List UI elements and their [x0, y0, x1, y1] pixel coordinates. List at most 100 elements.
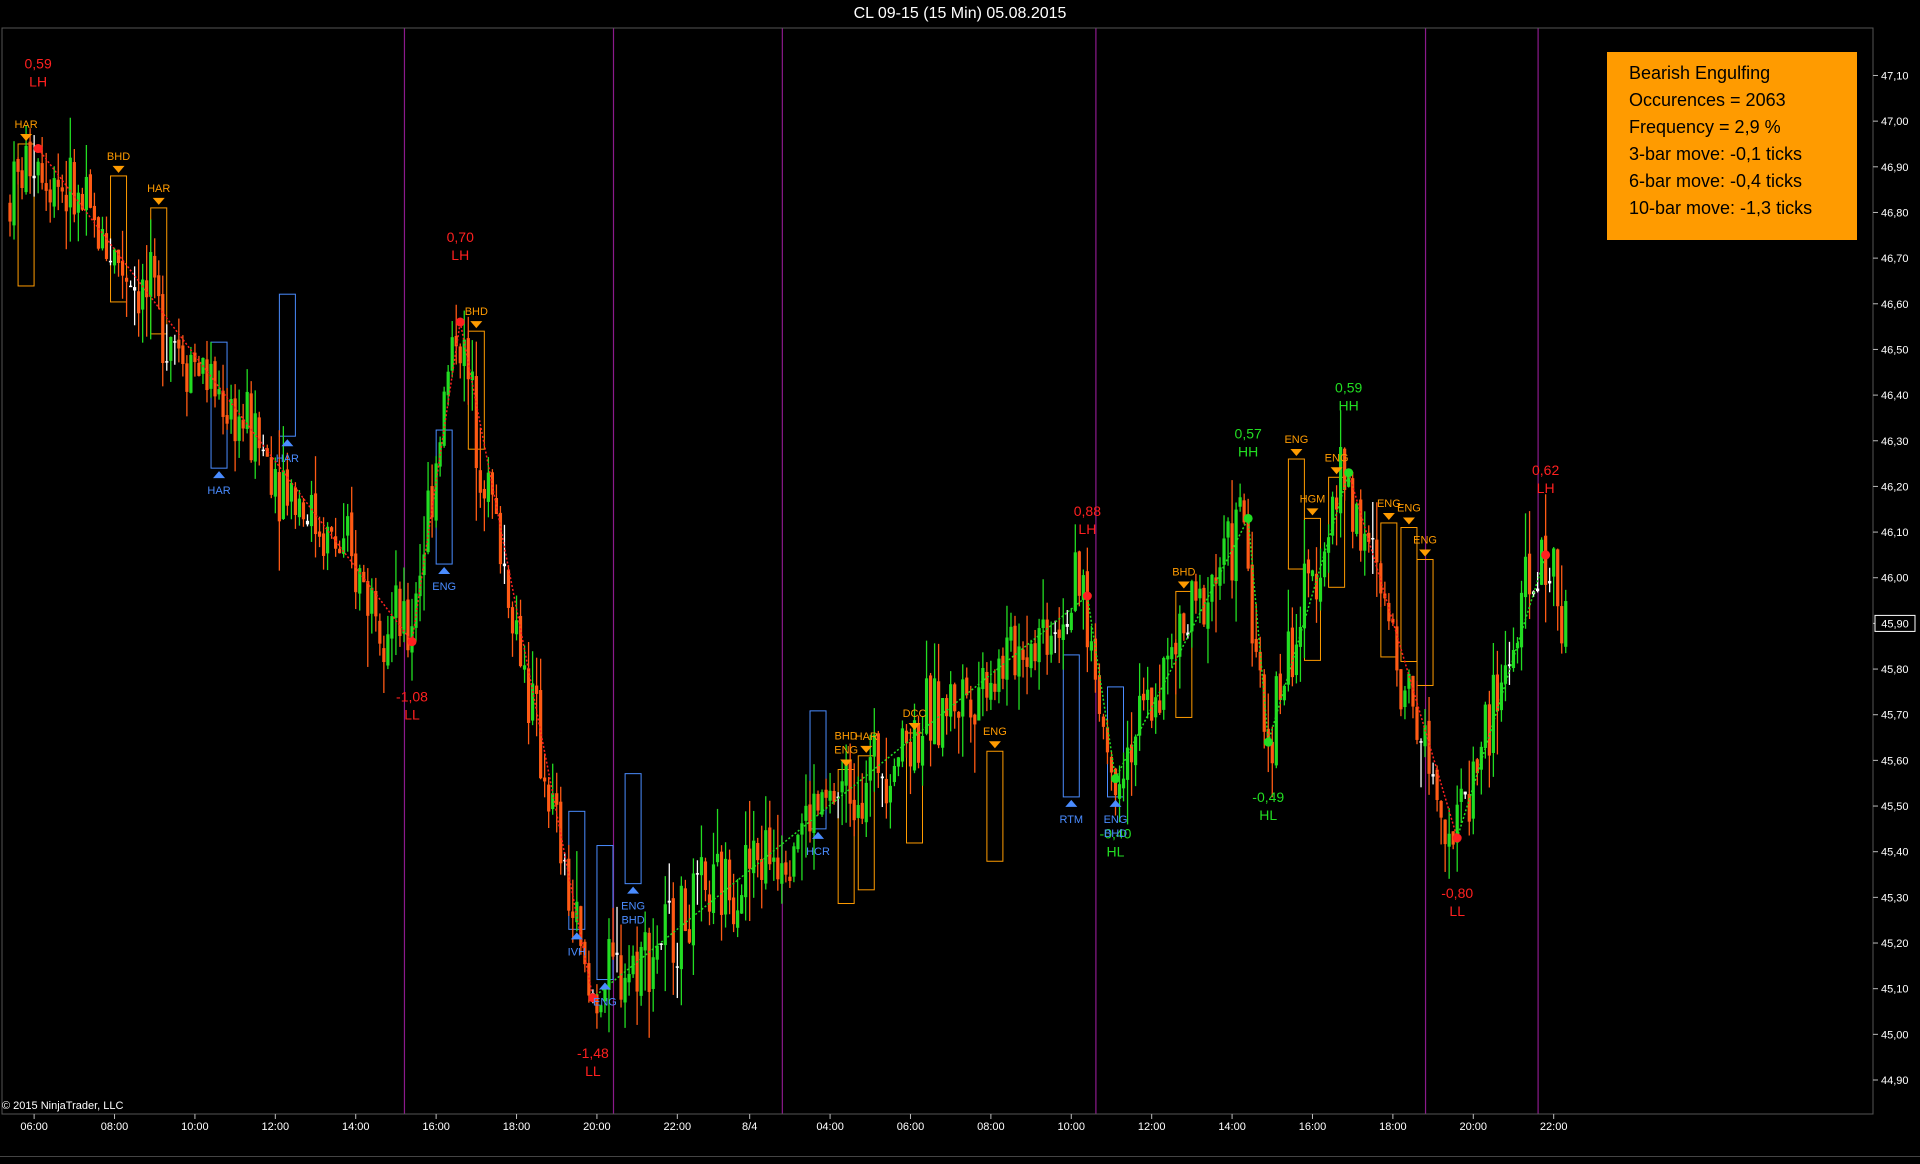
- candle-body: [957, 711, 961, 718]
- pattern-label: ENG: [834, 745, 858, 757]
- candle-body: [687, 929, 691, 943]
- candle-body: [953, 684, 957, 712]
- candle-body: [1101, 716, 1106, 727]
- y-tick-label: 46,20: [1881, 481, 1909, 493]
- candle-body: [1355, 503, 1359, 534]
- candle-body: [1427, 720, 1431, 774]
- x-tick-label: 08:00: [977, 1121, 1005, 1133]
- candle-body: [346, 516, 350, 536]
- candle-body: [1415, 706, 1419, 740]
- candle-body: [800, 823, 804, 835]
- candle-body: [48, 189, 52, 203]
- candle-body: [788, 876, 792, 881]
- candle-body: [96, 217, 101, 249]
- candle-body: [627, 974, 631, 983]
- candle-body: [928, 675, 933, 741]
- y-tick-label: 45,40: [1881, 847, 1909, 859]
- candle-body: [301, 502, 306, 520]
- candle-body: [64, 194, 68, 212]
- candle-body: [1021, 649, 1025, 660]
- swing-type-label: LL: [404, 707, 420, 723]
- pattern-arrow-up: [627, 886, 640, 894]
- x-tick-label: 10:00: [181, 1121, 209, 1133]
- swing-type-label: HH: [1238, 443, 1258, 459]
- candle-body: [1419, 741, 1423, 743]
- candle-body: [1435, 769, 1439, 800]
- candle-body: [309, 494, 314, 527]
- candle-body: [120, 260, 125, 276]
- candle-body: [615, 952, 619, 955]
- pattern-box: [986, 750, 1004, 862]
- candle-body: [1379, 563, 1383, 594]
- candle-body: [173, 341, 177, 343]
- swing-value-label: 0,59: [1335, 380, 1362, 396]
- candle-body: [1560, 606, 1564, 644]
- candle-body: [281, 470, 285, 520]
- x-tick-label: 16:00: [1299, 1121, 1327, 1133]
- y-tick-label: 46,40: [1881, 390, 1909, 402]
- candle-body: [667, 900, 671, 903]
- y-tick-label: 46,90: [1881, 162, 1909, 174]
- candle-body: [1182, 613, 1186, 634]
- pattern-label: HGM: [1300, 493, 1326, 505]
- candle-body: [1463, 791, 1467, 795]
- candle-body: [1222, 538, 1226, 565]
- candle-body: [289, 482, 293, 502]
- candle-body: [394, 585, 398, 618]
- pattern-label: ENG: [1413, 534, 1437, 546]
- swing-point-dot: [1082, 591, 1092, 601]
- candle-body: [1097, 675, 1102, 714]
- candle-body: [723, 858, 728, 915]
- candle-body: [695, 873, 700, 875]
- pattern-box: [1062, 654, 1080, 798]
- swing-value-label: -0,80: [1441, 885, 1473, 901]
- pattern-label: ENG: [1104, 814, 1128, 826]
- pattern-label: HAR: [14, 119, 37, 131]
- candle-body: [571, 911, 575, 918]
- swing-point-dot: [407, 637, 417, 647]
- candle-body: [740, 895, 744, 914]
- candle-body: [36, 161, 40, 176]
- candle-body: [116, 249, 121, 263]
- candle-body: [639, 946, 643, 996]
- candle-body: [1527, 553, 1532, 595]
- candle-body: [844, 763, 848, 786]
- candle-body: [1475, 759, 1479, 774]
- candle-body: [52, 178, 56, 207]
- candle-body: [402, 601, 406, 634]
- candle-body: [370, 587, 374, 614]
- swing-type-label: LL: [585, 1063, 601, 1079]
- candle-body: [1085, 571, 1089, 648]
- candle-body: [458, 346, 462, 364]
- zigzag-segment: [592, 595, 1088, 999]
- pattern-label: ENG: [983, 726, 1007, 738]
- swing-type-label: LL: [1449, 903, 1465, 919]
- candle-body: [398, 588, 402, 637]
- swing-value-label: 0,88: [1074, 503, 1101, 519]
- x-tick-label: 8/4: [742, 1121, 757, 1133]
- candle-body: [852, 799, 856, 821]
- candle-body: [812, 793, 816, 833]
- x-tick-label: 04:00: [816, 1121, 844, 1133]
- candle-body: [1318, 577, 1323, 602]
- candle-body: [197, 362, 201, 376]
- candle-body: [1005, 637, 1009, 680]
- candle-body: [1009, 626, 1013, 641]
- swing-type-label: HH: [1339, 398, 1359, 414]
- candle-body: [868, 757, 872, 781]
- pattern-label: DCC: [903, 708, 927, 720]
- y-tick-label: 44,90: [1881, 1075, 1909, 1087]
- candle-body: [137, 291, 141, 314]
- y-tick-label: 46,60: [1881, 299, 1909, 311]
- x-tick-label: 22:00: [1540, 1121, 1568, 1133]
- candle-body: [1117, 784, 1122, 799]
- candle-body: [350, 512, 354, 557]
- candle-body: [338, 548, 342, 554]
- candle-body: [1134, 736, 1138, 766]
- candle-body: [1564, 601, 1568, 647]
- pattern-label: HCR: [806, 846, 830, 858]
- candle-body: [1190, 581, 1194, 632]
- y-tick-label: 45,20: [1881, 938, 1909, 950]
- candle-body: [426, 490, 430, 553]
- candle-body: [764, 830, 768, 884]
